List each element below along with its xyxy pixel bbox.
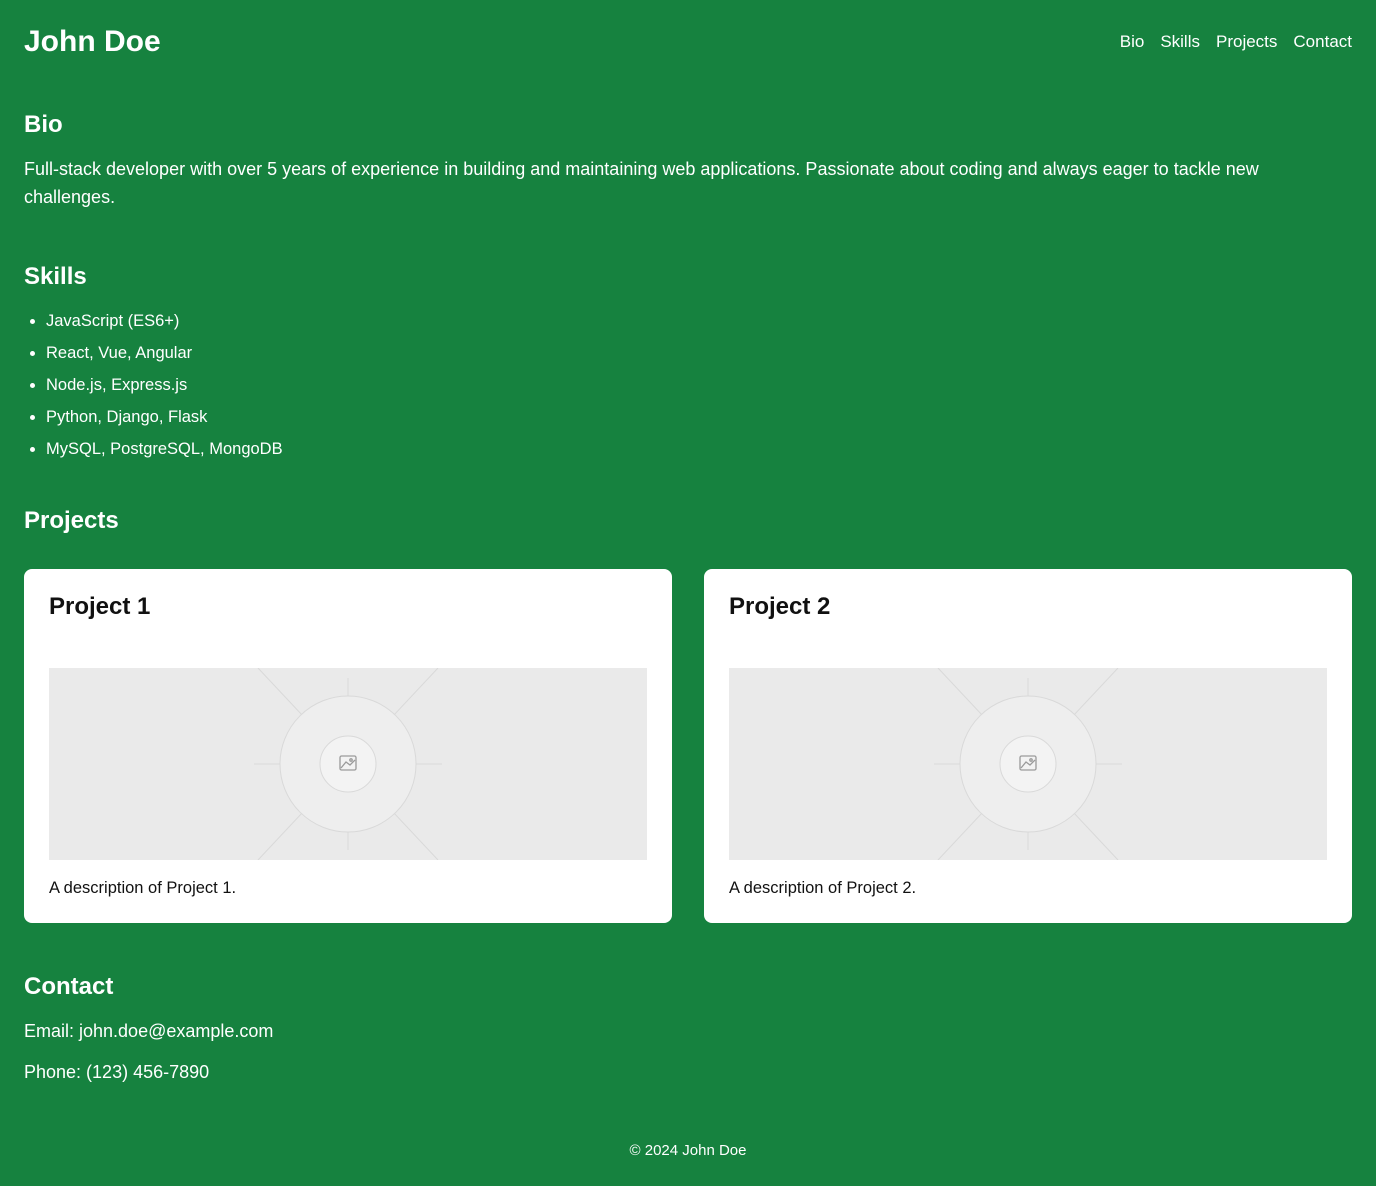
projects-section: Projects Project 1 A description of Proj… [24, 507, 1352, 923]
nav-link-bio[interactable]: Bio [1120, 32, 1145, 52]
skills-heading: Skills [24, 263, 87, 290]
nav-link-skills[interactable]: Skills [1160, 32, 1200, 52]
project-title: Project 1 [49, 593, 151, 620]
bio-heading: Bio [24, 111, 63, 138]
skills-list: JavaScript (ES6+) React, Vue, Angular No… [24, 305, 1352, 465]
skills-section: Skills JavaScript (ES6+) React, Vue, Ang… [24, 263, 1352, 465]
contact-phone: Phone: (123) 456-7890 [24, 1062, 210, 1082]
site-title: John Doe [24, 25, 161, 58]
project-description: A description of Project 1. [49, 879, 237, 897]
site-footer: © 2024 John Doe [0, 1142, 1376, 1159]
site-header: John Doe Bio Skills Projects Contact [24, 0, 1352, 84]
contact-section: Contact Email: john.doe@example.com Phon… [24, 973, 1352, 1083]
project-title: Project 2 [729, 593, 831, 620]
contact-heading: Contact [24, 973, 114, 1000]
nav-link-projects[interactable]: Projects [1216, 32, 1277, 52]
nav-link-contact[interactable]: Contact [1293, 32, 1352, 52]
project-cards: Project 1 A description of Project 1. Pr… [24, 569, 1352, 923]
bio-section: Bio Full-stack developer with over 5 yea… [24, 111, 1352, 211]
project-description: A description of Project 2. [729, 879, 917, 897]
project-card: Project 1 A description of Project 1. [24, 569, 672, 923]
image-placeholder-icon [934, 668, 1122, 860]
project-image [49, 668, 647, 860]
footer-copyright: © 2024 John Doe [629, 1142, 747, 1159]
skill-item: React, Vue, Angular [46, 337, 1352, 369]
skill-item: Node.js, Express.js [46, 369, 1352, 401]
bio-text: Full-stack developer with over 5 years o… [24, 159, 1259, 207]
project-image [729, 668, 1327, 860]
skill-item: Python, Django, Flask [46, 401, 1352, 433]
main-nav: Bio Skills Projects Contact [1120, 32, 1352, 52]
projects-heading: Projects [24, 507, 119, 534]
project-card: Project 2 A description of Project 2. [704, 569, 1352, 923]
contact-email: Email: john.doe@example.com [24, 1021, 274, 1041]
skill-item: MySQL, PostgreSQL, MongoDB [46, 433, 1352, 465]
image-placeholder-icon [254, 668, 442, 860]
skill-item: JavaScript (ES6+) [46, 305, 1352, 337]
